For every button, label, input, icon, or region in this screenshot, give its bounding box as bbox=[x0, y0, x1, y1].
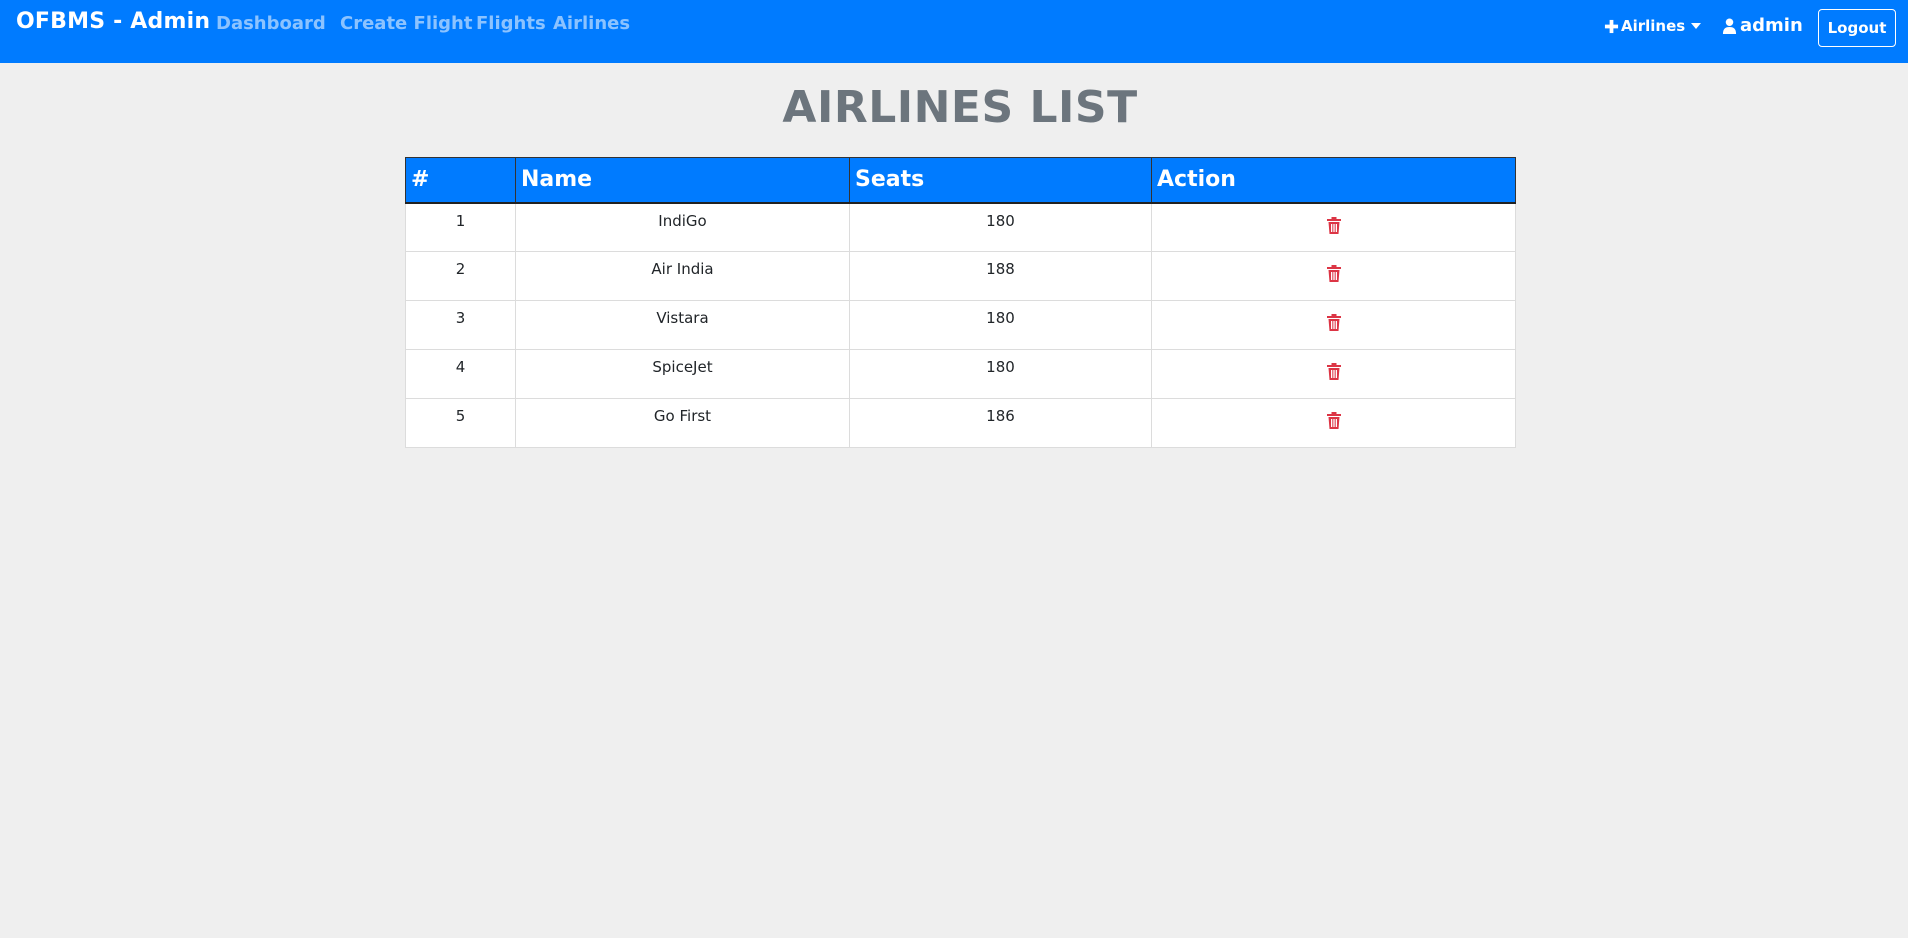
row-index: 3 bbox=[405, 300, 516, 350]
row-index: 1 bbox=[405, 202, 516, 252]
trash-icon[interactable] bbox=[1326, 363, 1341, 380]
airline-seats: 180 bbox=[849, 349, 1152, 399]
action-cell bbox=[1151, 398, 1516, 448]
column-header-index: # bbox=[405, 157, 516, 204]
action-cell bbox=[1151, 202, 1516, 252]
action-cell bbox=[1151, 251, 1516, 301]
airline-seats: 180 bbox=[849, 202, 1152, 252]
row-index: 4 bbox=[405, 349, 516, 399]
column-header-seats: Seats bbox=[849, 157, 1152, 204]
row-index: 5 bbox=[405, 398, 516, 448]
airline-name: IndiGo bbox=[515, 202, 850, 252]
logout-button[interactable]: Logout bbox=[1818, 9, 1896, 47]
action-cell bbox=[1151, 349, 1516, 399]
airline-name: Air India bbox=[515, 251, 850, 301]
brand-logo[interactable]: OFBMS - Admin bbox=[16, 9, 210, 34]
airline-name: SpiceJet bbox=[515, 349, 850, 399]
caret-down-icon bbox=[1691, 23, 1702, 29]
trash-icon[interactable] bbox=[1326, 314, 1341, 331]
column-header-action: Action bbox=[1151, 157, 1516, 204]
page-title: AIRLINES LIST bbox=[782, 82, 1138, 133]
trash-icon[interactable] bbox=[1326, 216, 1341, 234]
table-row: 2 Air India 188 bbox=[405, 251, 1516, 301]
action-cell bbox=[1151, 300, 1516, 350]
user-icon bbox=[1722, 18, 1737, 34]
table-row: 5 Go First 186 bbox=[405, 398, 1516, 448]
plus-icon bbox=[1604, 19, 1619, 33]
airlines-table-container: # Name Seats Action 1 IndiGo 180 2 Air I… bbox=[405, 157, 1516, 448]
airlines-table: # Name Seats Action 1 IndiGo 180 2 Air I… bbox=[405, 157, 1516, 448]
table-row: 4 SpiceJet 180 bbox=[405, 349, 1516, 399]
row-index: 2 bbox=[405, 251, 516, 301]
top-navbar: OFBMS - Admin Dashboard Create Flight Fl… bbox=[0, 0, 1908, 63]
user-label: admin bbox=[1740, 15, 1803, 36]
nav-link-create-flight[interactable]: Create Flight bbox=[340, 13, 472, 34]
nav-link-dashboard[interactable]: Dashboard bbox=[216, 13, 326, 34]
column-header-name: Name bbox=[515, 157, 850, 204]
table-header-row: # Name Seats Action bbox=[405, 157, 1516, 204]
table-row: 3 Vistara 180 bbox=[405, 300, 1516, 350]
airline-seats: 188 bbox=[849, 251, 1152, 301]
trash-icon[interactable] bbox=[1326, 265, 1341, 282]
user-menu[interactable]: admin bbox=[1722, 15, 1803, 36]
trash-icon[interactable] bbox=[1326, 412, 1341, 429]
airline-seats: 180 bbox=[849, 300, 1152, 350]
airline-name: Vistara bbox=[515, 300, 850, 350]
dropdown-label: Airlines bbox=[1621, 17, 1686, 35]
airlines-dropdown-toggle[interactable]: Airlines bbox=[1604, 17, 1702, 35]
airline-seats: 186 bbox=[849, 398, 1152, 448]
airline-name: Go First bbox=[515, 398, 850, 448]
table-row: 1 IndiGo 180 bbox=[405, 202, 1516, 252]
nav-link-flights[interactable]: Flights bbox=[476, 13, 546, 34]
nav-link-airlines[interactable]: Airlines bbox=[553, 13, 630, 34]
